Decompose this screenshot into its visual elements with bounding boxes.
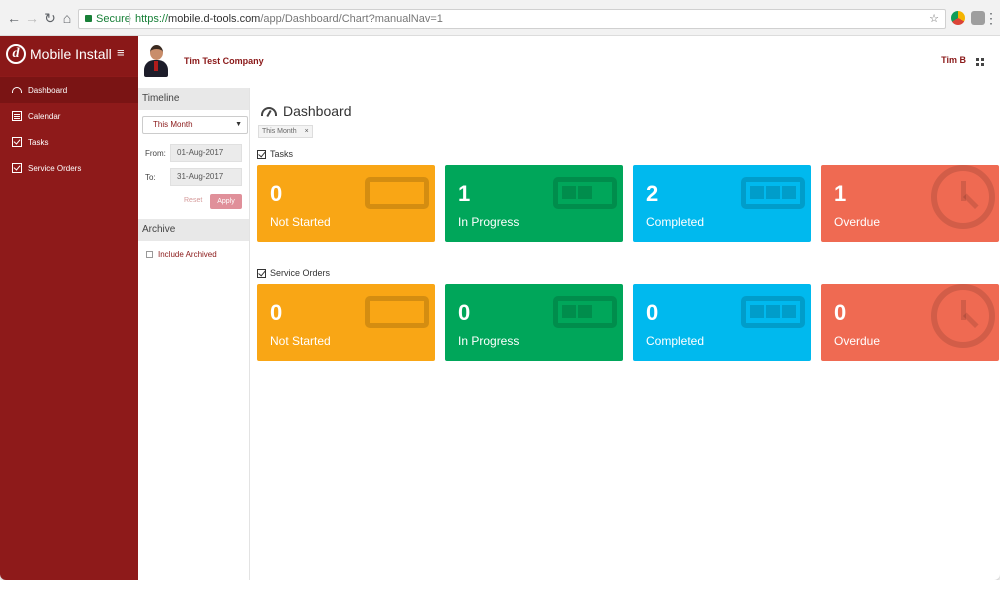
address-bar[interactable]: Secure https://mobile.d-tools.com/app/Da… — [78, 9, 946, 29]
tasks-overdue-card[interactable]: 1 Overdue — [821, 165, 999, 242]
card-count: 2 — [646, 181, 659, 206]
sidebar-item-tasks[interactable]: Tasks — [0, 129, 138, 155]
company-avatar — [144, 45, 168, 77]
clock-icon — [931, 284, 995, 348]
service-orders-cards: 0 Not Started 0 In Progress 0 Completed … — [257, 284, 999, 361]
card-count: 0 — [646, 300, 659, 325]
filter-panel: Timeline This Month ▼ From: 01-Aug-2017 … — [138, 88, 250, 580]
service-orders-section-label: Service Orders — [257, 268, 330, 278]
dashboard-main: Dashboard This Month × Tasks 0 Not Start… — [251, 88, 1000, 580]
brand-bar: d Mobile Install ≡ — [0, 36, 138, 76]
sidebar-item-dashboard[interactable]: Dashboard — [0, 77, 138, 103]
brand-logo: d — [6, 44, 26, 64]
card-label: In Progress — [458, 215, 520, 229]
card-label: Completed — [646, 215, 705, 229]
clock-icon — [931, 165, 995, 229]
checkbox-icon — [12, 137, 22, 147]
user-menu[interactable]: Tim B — [941, 55, 966, 65]
top-header: Tim Test Company Tim B — [138, 36, 1000, 88]
apps-grid-icon[interactable] — [976, 58, 984, 66]
to-date-input[interactable]: 31-Aug-2017 — [170, 168, 242, 186]
gauge-icon — [12, 87, 22, 93]
progress-bar-empty-icon — [365, 296, 429, 328]
chip-close-icon[interactable]: × — [305, 126, 309, 137]
hamburger-menu-icon[interactable]: ≡ — [117, 45, 125, 60]
sidebar-item-label: Calendar — [28, 111, 61, 121]
card-count: 0 — [270, 300, 283, 325]
home-icon[interactable]: ⌂ — [59, 10, 75, 26]
bookmark-star-icon[interactable]: ☆ — [929, 10, 939, 28]
lock-icon — [85, 15, 92, 22]
sidebar: d Mobile Install ≡ Dashboard Calendar Ta… — [0, 36, 138, 580]
browser-toolbar: ← → ↻ ⌂ Secure https://mobile.d-tools.co… — [0, 0, 1000, 36]
browser-menu-icon[interactable]: ⋮ — [984, 10, 998, 26]
checkbox-icon — [12, 163, 22, 173]
timeline-select[interactable]: This Month ▼ — [142, 116, 248, 134]
card-count: 0 — [458, 300, 471, 325]
apply-button[interactable]: Apply — [210, 194, 242, 209]
include-archived-label: Include Archived — [158, 250, 217, 259]
sidebar-item-calendar[interactable]: Calendar — [0, 103, 138, 129]
card-label: In Progress — [458, 334, 520, 348]
url-text[interactable]: https://mobile.d-tools.com/app/Dashboard… — [135, 10, 443, 28]
app-window: ← → ↻ ⌂ Secure https://mobile.d-tools.co… — [0, 0, 1000, 580]
brand-title: Mobile Install — [30, 46, 112, 62]
url-separator — [129, 13, 130, 25]
extension-icon[interactable] — [951, 11, 965, 25]
include-archived-row[interactable]: Include Archived — [146, 250, 217, 259]
progress-bar-full-icon — [741, 177, 805, 209]
tasks-cards: 0 Not Started 1 In Progress 2 Completed … — [257, 165, 999, 242]
reload-icon[interactable]: ↻ — [42, 10, 58, 26]
progress-bar-partial-icon — [553, 296, 617, 328]
back-icon[interactable]: ← — [6, 10, 22, 26]
page-title: Dashboard — [261, 103, 352, 119]
to-label: To: — [145, 173, 156, 182]
sidebar-item-label: Dashboard — [28, 85, 68, 95]
reset-button[interactable]: Reset — [184, 197, 202, 204]
progress-bar-empty-icon — [365, 177, 429, 209]
tasks-completed-card[interactable]: 2 Completed — [633, 165, 811, 242]
caret-down-icon: ▼ — [235, 121, 242, 128]
secure-indicator[interactable]: Secure — [85, 10, 131, 28]
archive-header: Archive — [138, 219, 249, 241]
card-label: Overdue — [834, 334, 881, 348]
forward-icon[interactable]: → — [24, 10, 40, 26]
tasks-not-started-card[interactable]: 0 Not Started — [257, 165, 435, 242]
progress-bar-partial-icon — [553, 177, 617, 209]
card-count: 0 — [270, 181, 283, 206]
from-label: From: — [145, 149, 166, 158]
from-date-input[interactable]: 01-Aug-2017 — [170, 144, 242, 162]
filter-chip: This Month × — [258, 125, 313, 138]
include-archived-checkbox[interactable] — [146, 251, 153, 258]
sidebar-item-service-orders[interactable]: Service Orders — [0, 155, 138, 181]
service-orders-overdue-card[interactable]: 0 Overdue — [821, 284, 999, 361]
card-count: 1 — [458, 181, 471, 206]
progress-bar-full-icon — [741, 296, 805, 328]
calendar-icon — [12, 111, 22, 121]
extension-icon[interactable] — [971, 11, 985, 25]
sidebar-menu: Dashboard Calendar Tasks Service Orders — [0, 77, 138, 181]
tasks-in-progress-card[interactable]: 1 In Progress — [445, 165, 623, 242]
service-orders-not-started-card[interactable]: 0 Not Started — [257, 284, 435, 361]
card-count: 1 — [834, 181, 847, 206]
sidebar-item-label: Tasks — [28, 137, 49, 147]
company-name: Tim Test Company — [184, 56, 264, 66]
service-orders-in-progress-card[interactable]: 0 In Progress — [445, 284, 623, 361]
card-label: Not Started — [270, 215, 331, 229]
timeline-header: Timeline — [138, 88, 249, 110]
checkbox-icon — [257, 149, 266, 159]
card-label: Not Started — [270, 334, 331, 348]
card-label: Completed — [646, 334, 705, 348]
gauge-icon — [261, 106, 277, 116]
sidebar-item-label: Service Orders — [28, 163, 82, 173]
service-orders-completed-card[interactable]: 0 Completed — [633, 284, 811, 361]
checkbox-icon — [257, 268, 266, 278]
card-count: 0 — [834, 300, 847, 325]
page-bottom — [0, 580, 1000, 605]
card-label: Overdue — [834, 215, 881, 229]
tasks-section-label: Tasks — [257, 149, 293, 159]
